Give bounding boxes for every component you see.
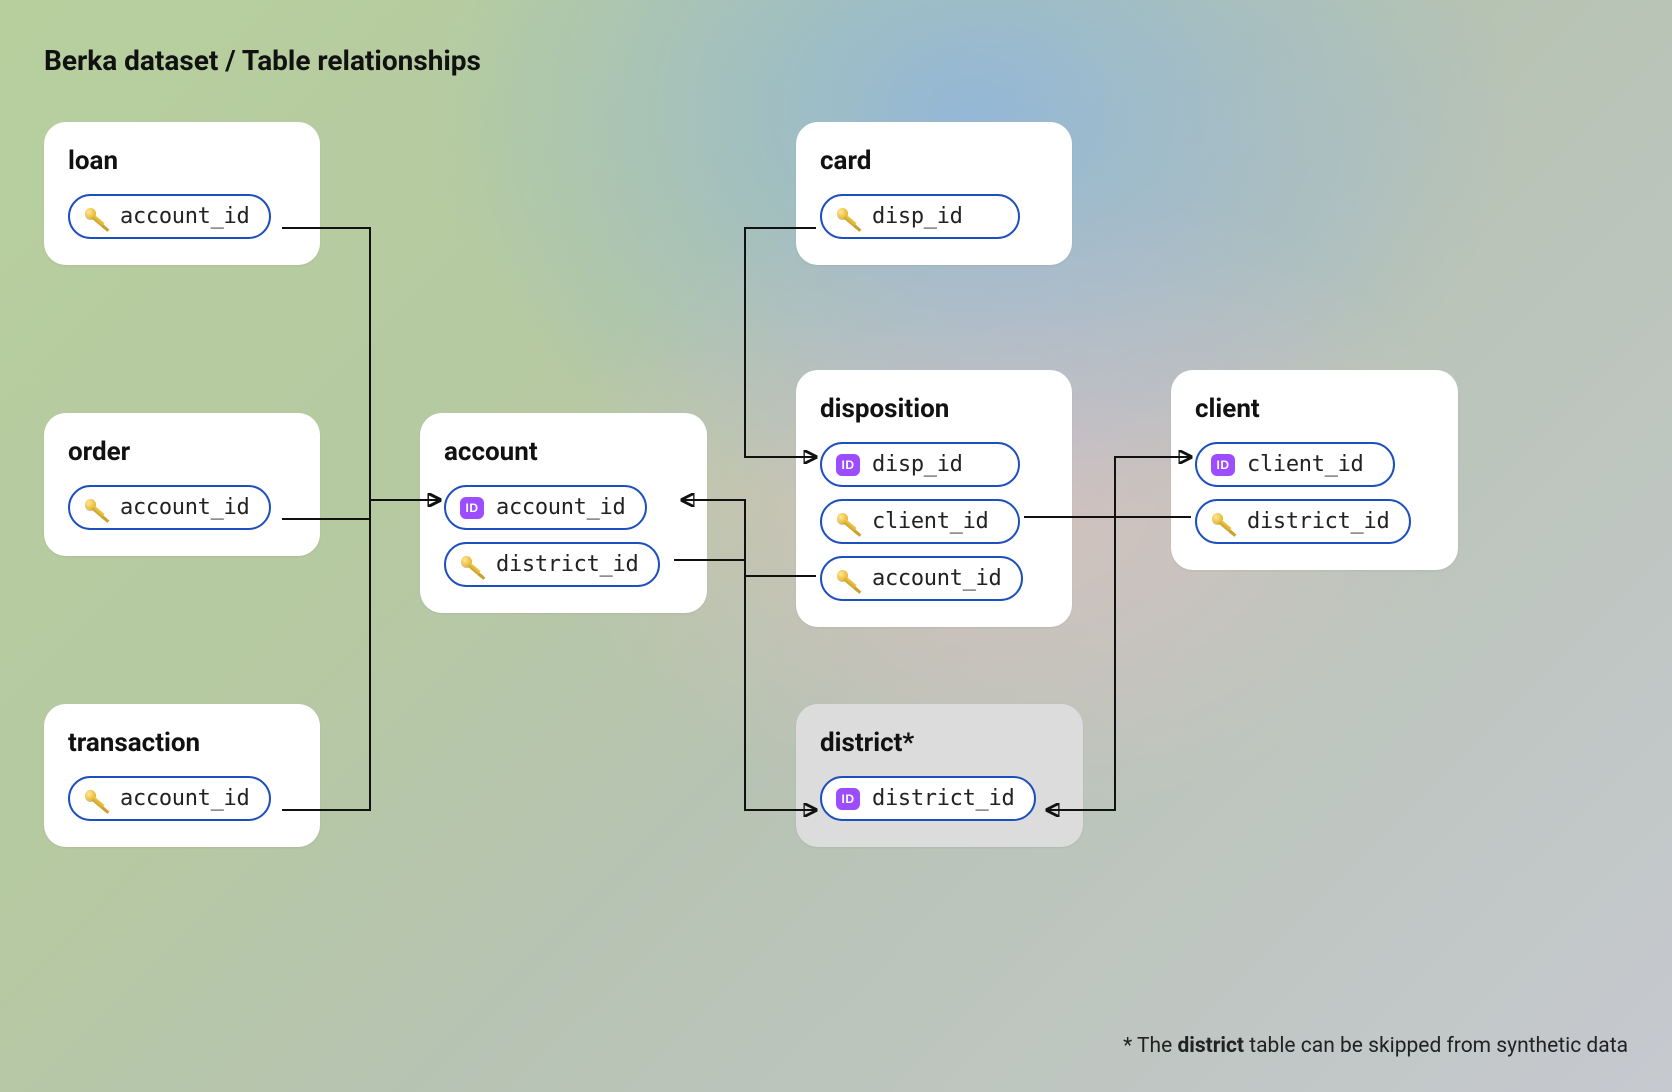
field-client-client_id: ID client_id	[1195, 442, 1395, 487]
field-label: district_id	[1247, 509, 1389, 534]
field-label: client_id	[1247, 452, 1364, 477]
footnote-prefix: * The	[1123, 1034, 1177, 1058]
id-icon: ID	[460, 497, 484, 519]
field-label: account_id	[872, 566, 1001, 591]
field-disposition-disp_id: ID disp_id	[820, 442, 1020, 487]
table-district: district* ID district_id	[796, 704, 1083, 847]
field-label: account_id	[496, 495, 625, 520]
table-disposition: disposition ID disp_id client_id account…	[796, 370, 1072, 627]
footnote-suffix: table can be skipped from synthetic data	[1244, 1034, 1628, 1058]
key-icon	[836, 205, 860, 229]
field-account-district_id: district_id	[444, 542, 660, 587]
table-disposition-name: disposition	[820, 394, 1048, 424]
table-transaction-name: transaction	[68, 728, 296, 758]
table-loan-name: loan	[68, 146, 296, 176]
table-client-name: client	[1195, 394, 1434, 424]
field-account-account_id: ID account_id	[444, 485, 647, 530]
field-label: account_id	[120, 495, 249, 520]
field-disposition-account_id: account_id	[820, 556, 1023, 601]
field-label: account_id	[120, 786, 249, 811]
field-client-district_id: district_id	[1195, 499, 1411, 544]
footnote: * The district table can be skipped from…	[1123, 1034, 1628, 1058]
key-icon	[1211, 510, 1235, 534]
field-loan-account_id: account_id	[68, 194, 271, 239]
table-card: card disp_id	[796, 122, 1072, 265]
table-order: order account_id	[44, 413, 320, 556]
field-label: district_id	[496, 552, 638, 577]
table-transaction: transaction account_id	[44, 704, 320, 847]
id-icon: ID	[836, 454, 860, 476]
key-icon	[836, 510, 860, 534]
table-district-name: district*	[820, 728, 1059, 758]
table-account: account ID account_id district_id	[420, 413, 707, 613]
footnote-bold: district	[1177, 1034, 1244, 1058]
field-label: disp_id	[872, 452, 963, 477]
table-card-name: card	[820, 146, 1048, 176]
table-account-name: account	[444, 437, 683, 467]
field-disposition-client_id: client_id	[820, 499, 1020, 544]
id-icon: ID	[1211, 454, 1235, 476]
key-icon	[84, 496, 108, 520]
field-label: account_id	[120, 204, 249, 229]
diagram-title: Berka dataset / Table relationships	[44, 44, 481, 77]
table-client: client ID client_id district_id	[1171, 370, 1458, 570]
field-label: disp_id	[872, 204, 963, 229]
key-icon	[460, 553, 484, 577]
table-loan: loan account_id	[44, 122, 320, 265]
field-district-district_id: ID district_id	[820, 776, 1036, 821]
key-icon	[836, 567, 860, 591]
key-icon	[84, 787, 108, 811]
key-icon	[84, 205, 108, 229]
table-order-name: order	[68, 437, 296, 467]
field-transaction-account_id: account_id	[68, 776, 271, 821]
field-label: district_id	[872, 786, 1014, 811]
field-label: client_id	[872, 509, 989, 534]
id-icon: ID	[836, 788, 860, 810]
field-order-account_id: account_id	[68, 485, 271, 530]
field-card-disp_id: disp_id	[820, 194, 1020, 239]
